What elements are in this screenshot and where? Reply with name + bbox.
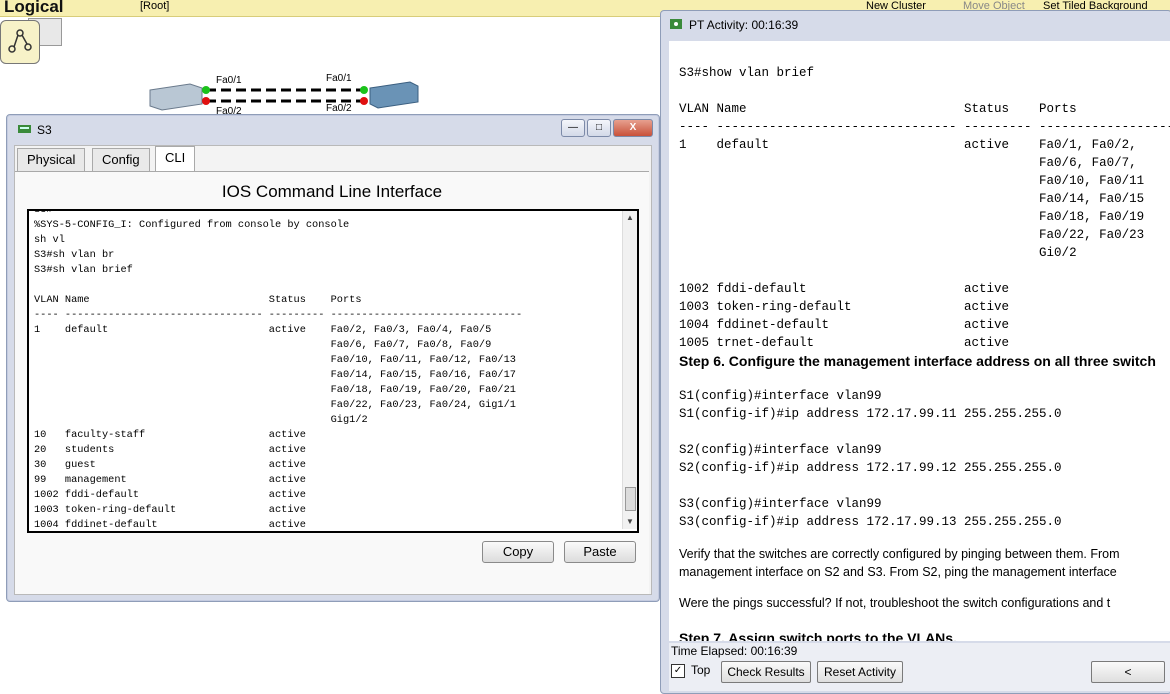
- console-line: VLAN Name Status Ports: [34, 294, 362, 306]
- copy-button[interactable]: Copy: [482, 541, 554, 563]
- vlan-table-row: Fa0/6, Fa0/7,: [679, 156, 1137, 170]
- console-line: 1002 fddi-default active: [34, 489, 306, 501]
- check-results-button[interactable]: Check Results: [721, 661, 811, 683]
- instruction-text: Verify that the switches are correctly c…: [679, 547, 1120, 561]
- pt-activity-title: PT Activity: 00:16:39: [689, 18, 799, 32]
- cli-heading: IOS Command Line Interface: [221, 182, 443, 201]
- step-heading: Step 6. Configure the management interfa…: [679, 353, 1156, 369]
- instructions-pane: ---- S3#show vlan brief VLAN Name Status…: [669, 41, 1170, 641]
- console-line: Fa0/14, Fa0/15, Fa0/16, Fa0/17: [34, 369, 516, 381]
- console-line: Gig1/2: [34, 414, 368, 426]
- scroll-up-icon[interactable]: ▲: [626, 213, 634, 222]
- logical-view-icon[interactable]: [0, 20, 40, 64]
- console-line: 1 default active Fa0/2, Fa0/3, Fa0/4, Fa…: [34, 324, 492, 336]
- vlan-table-row: Fa0/18, Fa0/19: [679, 210, 1145, 224]
- port-label: Fa0/1: [216, 75, 242, 86]
- close-button[interactable]: X: [613, 119, 653, 137]
- logical-workspace-label: Logical: [4, 0, 64, 16]
- paste-button[interactable]: Paste: [564, 541, 636, 563]
- root-breadcrumb[interactable]: [Root]: [140, 0, 169, 12]
- switch-app-icon: [18, 125, 31, 133]
- console-line: 20 students active: [34, 444, 306, 456]
- console-line: Fa0/18, Fa0/19, Fa0/20, Fa0/21: [34, 384, 516, 396]
- console-line: 10 faculty-staff active: [34, 429, 306, 441]
- tab-cli[interactable]: CLI: [155, 146, 196, 171]
- console-line: Fa0/10, Fa0/11, Fa0/12, Fa0/13: [34, 354, 516, 366]
- top-checkbox-label: Top: [691, 663, 711, 677]
- pt-activity-window: PT Activity: 00:16:39 ---- S3#show vlan …: [660, 10, 1170, 694]
- instruction-command: S3(config-if)#ip address 172.17.99.13 25…: [679, 515, 1062, 529]
- scroll-thumb[interactable]: [625, 487, 636, 511]
- scroll-down-icon[interactable]: ▼: [626, 517, 634, 526]
- top-checkbox[interactable]: ✓: [671, 664, 685, 678]
- console-line: S3#sh vlan brief: [34, 264, 133, 276]
- cli-console[interactable]: S3# %SYS-5-CONFIG_I: Configured from cons…: [27, 209, 639, 533]
- s3-device-window: S3 — □ X Physical Config CLI IOS Command…: [6, 114, 660, 602]
- instruction-command: S3#show vlan brief: [679, 66, 815, 80]
- time-elapsed: Time Elapsed: 00:16:39: [671, 644, 798, 658]
- vlan-table-row: 1004 fddinet-default active: [679, 318, 1010, 332]
- console-line: 1003 token-ring-default active: [34, 504, 306, 516]
- s3-window-body: Physical Config CLI IOS Command Line Int…: [14, 145, 652, 595]
- vlan-table-divider: ---- -------------------------------- --…: [679, 120, 1170, 134]
- port-label: Fa0/1: [326, 73, 352, 84]
- reset-activity-button[interactable]: Reset Activity: [817, 661, 903, 683]
- instruction-command: S1(config-if)#ip address 172.17.99.11 25…: [679, 407, 1062, 421]
- vlan-table-header: VLAN Name Status Ports: [679, 102, 1077, 116]
- instruction-command: S1(config)#interface vlan99: [679, 389, 882, 403]
- vlan-table-row: 1003 token-ring-default active: [679, 300, 1010, 314]
- instruction-command: S2(config)#interface vlan99: [679, 443, 882, 457]
- console-line: 1004 fddinet-default active: [34, 519, 306, 531]
- vlan-table-row: Fa0/22, Fa0/23: [679, 228, 1145, 242]
- topology-links: [149, 81, 419, 111]
- vlan-table-row: 1002 fddi-default active: [679, 282, 1010, 296]
- console-line: S3#: [34, 209, 53, 216]
- vlan-table-row: 1 default active Fa0/1, Fa0/2,: [679, 138, 1137, 152]
- window-title: S3: [37, 123, 52, 137]
- maximize-button[interactable]: □: [587, 119, 611, 137]
- instruction-text: ----: [679, 41, 709, 45]
- vlan-table-row: 1005 trnet-default active: [679, 336, 1010, 350]
- console-scrollbar[interactable]: ▲ ▼: [622, 211, 637, 529]
- console-output: S3# %SYS-5-CONFIG_I: Configured from cons…: [34, 209, 523, 531]
- vlan-table-row: Fa0/10, Fa0/11: [679, 174, 1145, 188]
- back-button[interactable]: <: [1091, 661, 1165, 683]
- vlan-table-row: Gi0/2: [679, 246, 1077, 260]
- instruction-text: management interface on S2 and S3. From …: [679, 565, 1117, 579]
- console-line: sh vl: [34, 234, 65, 246]
- console-line: Fa0/22, Fa0/23, Fa0/24, Gig1/1: [34, 399, 516, 411]
- instruction-command: S3(config)#interface vlan99: [679, 497, 882, 511]
- window-titlebar[interactable]: S3 — □ X: [15, 117, 653, 139]
- port-label: Fa0/2: [326, 103, 352, 114]
- instruction-text: Were the pings successful? If not, troub…: [679, 596, 1111, 610]
- minimize-button[interactable]: —: [561, 119, 585, 137]
- tab-config[interactable]: Config: [92, 148, 150, 171]
- console-line: S3#sh vlan br: [34, 249, 115, 261]
- cli-panel: IOS Command Line Interface S3# %SYS-5-CON…: [15, 171, 649, 594]
- instruction-command: S2(config-if)#ip address 172.17.99.12 25…: [679, 461, 1062, 475]
- pt-activity-icon: [670, 19, 682, 29]
- tab-physical[interactable]: Physical: [17, 148, 86, 171]
- step-heading: Step 7. Assign switch ports to the VLANs…: [679, 630, 957, 641]
- console-line: 30 guest active: [34, 459, 306, 471]
- activity-footer: Time Elapsed: 00:16:39 ✓ Top Check Resul…: [669, 643, 1170, 691]
- console-line: Fa0/6, Fa0/7, Fa0/8, Fa0/9: [34, 339, 492, 351]
- console-line: ---- -------------------------------- --…: [34, 309, 523, 321]
- console-line: %SYS-5-CONFIG_I: Configured from console…: [34, 219, 350, 231]
- console-line: 99 management active: [34, 474, 306, 486]
- vlan-table-row: Fa0/14, Fa0/15: [679, 192, 1145, 206]
